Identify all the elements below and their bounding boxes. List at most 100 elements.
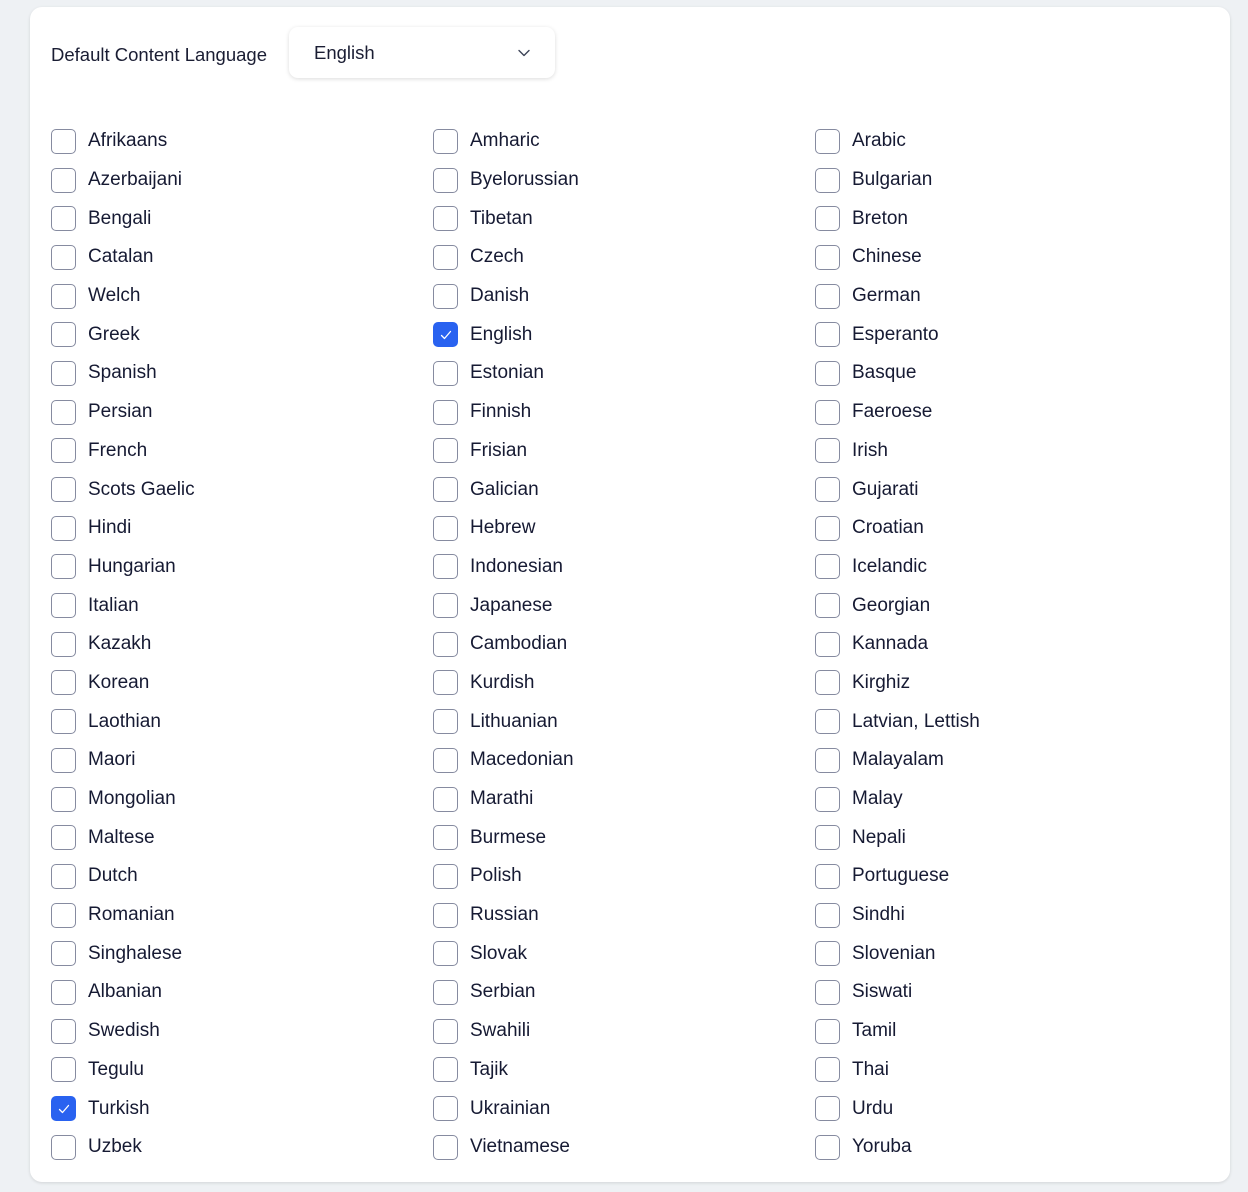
language-option[interactable]: Scots Gaelic — [51, 470, 433, 509]
language-option[interactable]: Kazakh — [51, 625, 433, 664]
checkbox[interactable] — [433, 593, 458, 619]
checkbox[interactable] — [51, 477, 76, 503]
language-option[interactable]: Bulgarian — [815, 161, 1197, 200]
language-option[interactable]: Croatian — [815, 509, 1197, 548]
checkbox[interactable] — [51, 786, 76, 812]
checkbox[interactable] — [433, 438, 458, 464]
checkbox[interactable] — [433, 1057, 458, 1083]
language-option[interactable]: Slovenian — [815, 934, 1197, 973]
checkbox[interactable] — [51, 515, 76, 541]
language-option[interactable]: Laothian — [51, 702, 433, 741]
language-option[interactable]: Persian — [51, 393, 433, 432]
language-option[interactable]: Lithuanian — [433, 702, 815, 741]
language-option[interactable]: Portuguese — [815, 857, 1197, 896]
language-option[interactable]: Bengali — [51, 199, 433, 238]
checkbox[interactable] — [815, 593, 840, 619]
checkbox[interactable] — [815, 438, 840, 464]
checkbox[interactable] — [433, 825, 458, 851]
checkbox[interactable] — [815, 941, 840, 967]
language-option[interactable]: Malayalam — [815, 741, 1197, 780]
language-option[interactable]: Swedish — [51, 1012, 433, 1051]
checkbox[interactable] — [51, 1134, 76, 1160]
checkbox[interactable] — [815, 825, 840, 851]
checkbox[interactable] — [815, 709, 840, 735]
language-option[interactable]: Frisian — [433, 432, 815, 471]
language-option[interactable]: Faeroese — [815, 393, 1197, 432]
checkbox[interactable] — [433, 167, 458, 193]
checkbox[interactable] — [433, 786, 458, 812]
language-option[interactable]: Amharic — [433, 122, 815, 161]
checkbox[interactable] — [815, 1134, 840, 1160]
checkbox[interactable] — [51, 1018, 76, 1044]
checkbox[interactable] — [433, 1018, 458, 1044]
language-option[interactable]: Tegulu — [51, 1051, 433, 1090]
checkbox[interactable] — [433, 399, 458, 425]
language-option[interactable]: Malay — [815, 780, 1197, 819]
checkbox[interactable] — [433, 515, 458, 541]
language-option[interactable]: Georgian — [815, 586, 1197, 625]
checkbox[interactable] — [51, 167, 76, 193]
language-option[interactable]: Danish — [433, 277, 815, 316]
language-option[interactable]: English — [433, 315, 815, 354]
language-option[interactable]: Nepali — [815, 818, 1197, 857]
checkbox[interactable] — [815, 747, 840, 773]
checkbox[interactable] — [433, 206, 458, 232]
language-option[interactable]: Icelandic — [815, 548, 1197, 587]
language-option[interactable]: Latvian, Lettish — [815, 702, 1197, 741]
language-option[interactable]: Polish — [433, 857, 815, 896]
checkbox[interactable] — [433, 554, 458, 580]
language-option[interactable]: Czech — [433, 238, 815, 277]
checkbox[interactable] — [433, 941, 458, 967]
language-option[interactable]: Marathi — [433, 780, 815, 819]
checkbox[interactable] — [51, 322, 76, 348]
language-option[interactable]: Estonian — [433, 354, 815, 393]
checkbox[interactable] — [433, 670, 458, 696]
language-option[interactable]: Cambodian — [433, 625, 815, 664]
checkbox[interactable] — [433, 747, 458, 773]
language-option[interactable]: Tibetan — [433, 199, 815, 238]
checkbox[interactable] — [815, 477, 840, 503]
checkbox[interactable] — [433, 1134, 458, 1160]
language-option[interactable]: Uzbek — [51, 1128, 433, 1167]
language-option[interactable]: Tajik — [433, 1051, 815, 1090]
checkbox[interactable] — [815, 206, 840, 232]
checkbox[interactable] — [433, 322, 458, 348]
language-option[interactable]: Russian — [433, 896, 815, 935]
checkbox[interactable] — [433, 477, 458, 503]
checkbox[interactable] — [815, 399, 840, 425]
checkbox[interactable] — [433, 709, 458, 735]
checkbox[interactable] — [815, 128, 840, 154]
checkbox[interactable] — [815, 167, 840, 193]
checkbox[interactable] — [815, 1057, 840, 1083]
language-option[interactable]: Finnish — [433, 393, 815, 432]
checkbox[interactable] — [51, 554, 76, 580]
language-option[interactable]: Thai — [815, 1051, 1197, 1090]
checkbox[interactable] — [433, 631, 458, 657]
checkbox[interactable] — [815, 631, 840, 657]
language-option[interactable]: Azerbaijani — [51, 161, 433, 200]
language-option[interactable]: Kirghiz — [815, 664, 1197, 703]
language-option[interactable]: Afrikaans — [51, 122, 433, 161]
language-option[interactable]: Serbian — [433, 973, 815, 1012]
checkbox[interactable] — [433, 1096, 458, 1122]
language-option[interactable]: Esperanto — [815, 315, 1197, 354]
checkbox[interactable] — [51, 438, 76, 464]
language-option[interactable]: Hungarian — [51, 548, 433, 587]
checkbox[interactable] — [51, 206, 76, 232]
checkbox[interactable] — [433, 863, 458, 889]
language-option[interactable]: Chinese — [815, 238, 1197, 277]
language-option[interactable]: Swahili — [433, 1012, 815, 1051]
language-option[interactable]: French — [51, 432, 433, 471]
checkbox[interactable] — [815, 322, 840, 348]
language-option[interactable]: Welch — [51, 277, 433, 316]
checkbox[interactable] — [815, 863, 840, 889]
language-option[interactable]: Maori — [51, 741, 433, 780]
language-option[interactable]: Kurdish — [433, 664, 815, 703]
checkbox[interactable] — [51, 902, 76, 928]
language-option[interactable]: Turkish — [51, 1089, 433, 1128]
checkbox[interactable] — [51, 283, 76, 309]
checkbox[interactable] — [433, 283, 458, 309]
language-option[interactable]: Yoruba — [815, 1128, 1197, 1167]
checkbox[interactable] — [433, 244, 458, 270]
language-option[interactable]: Irish — [815, 432, 1197, 471]
